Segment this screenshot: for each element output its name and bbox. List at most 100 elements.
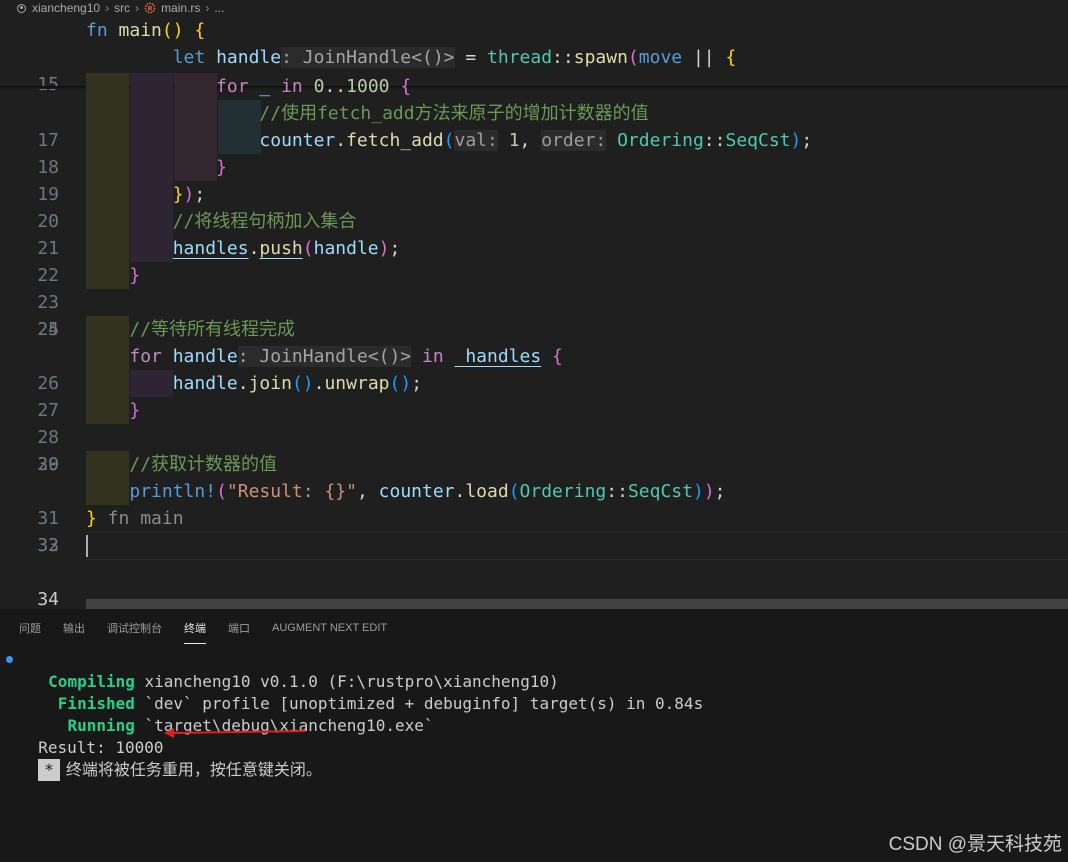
code-line[interactable]: 25	[0, 289, 1068, 340]
semicolon: ;	[714, 481, 726, 502]
comment: //使用fetch_add方法来原子的增加计数器的值	[259, 103, 649, 124]
code-line[interactable]: 29 }	[0, 397, 1068, 475]
semicolon: ;	[389, 238, 401, 259]
task-marker: *	[38, 759, 60, 781]
string: "Result: {}"	[226, 481, 357, 502]
task-reuse-message: 终端将被任务重用，按任意键关闭。	[65, 760, 322, 779]
hint-type: JoinHandle<()>	[248, 346, 412, 367]
path-sep: ::	[552, 47, 574, 68]
scope-end-hint: fn main	[96, 508, 184, 529]
breadcrumb-item-symbol[interactable]: ...	[214, 1, 224, 15]
dot: .	[313, 373, 325, 394]
breadcrumb: xiancheng10 › src › R main.rs › ...	[0, 0, 1068, 16]
keyword: in	[411, 346, 444, 367]
tab-terminal[interactable]: 终端	[184, 616, 206, 644]
keyword: for	[129, 346, 162, 367]
function-call: push	[259, 238, 303, 259]
keyword: move	[638, 47, 683, 68]
breadcrumb-item-src[interactable]: src	[114, 1, 130, 15]
variable: handles	[172, 238, 249, 259]
code-line[interactable]: 15 let handle: JoinHandle<()> = thread::…	[0, 44, 1068, 95]
code-line[interactable]: 18 //使用fetch_add方法来原子的增加计数器的值	[0, 100, 1068, 178]
function-call: spawn	[573, 47, 628, 68]
number: 1	[508, 130, 520, 151]
folder-icon	[17, 3, 26, 13]
code-editor[interactable]: 5 fn main() { 15 let handle: JoinHandle<…	[0, 16, 1068, 610]
variable: handle	[216, 47, 282, 68]
enum-variant: SeqCst	[627, 481, 693, 502]
keyword: for	[216, 76, 249, 97]
function-name: main	[118, 20, 162, 41]
breadcrumb-item-file[interactable]: main.rs	[161, 1, 200, 15]
code-line[interactable]: 28 handle.join().unwrap();	[0, 370, 1068, 448]
tab-augment-next-edit[interactable]: AUGMENT NEXT EDIT	[272, 618, 387, 638]
type: Ordering	[519, 481, 607, 502]
paren: )	[378, 238, 390, 259]
variable: handle	[161, 346, 238, 367]
code-line[interactable]: 24 }	[0, 262, 1068, 340]
param-hint: val:	[454, 130, 498, 151]
code-line[interactable]: 31 //获取计数器的值	[0, 451, 1068, 529]
operator: ..	[324, 76, 347, 97]
tab-ports[interactable]: 端口	[228, 616, 250, 640]
brace: }	[86, 508, 97, 529]
type-hint: : JoinHandle<()>	[237, 346, 412, 367]
comma: ,	[519, 130, 542, 151]
keyword: in	[281, 76, 303, 97]
code-line[interactable]: 20 }	[0, 154, 1068, 232]
paren: (	[443, 130, 455, 151]
comment: //将线程句柄加入集合	[172, 211, 357, 232]
macro: println!	[129, 481, 217, 502]
code-line[interactable]: 5 fn main() {	[0, 17, 1068, 68]
brace: {	[541, 346, 563, 367]
code-line[interactable]: 26 //等待所有线程完成	[0, 316, 1068, 394]
variable: _	[248, 76, 282, 97]
code-line[interactable]: 23 handles.push(handle);	[0, 235, 1068, 313]
tab-output[interactable]: 输出	[63, 616, 85, 640]
path-sep: ::	[703, 130, 726, 151]
horizontal-scrollbar[interactable]	[86, 599, 1068, 609]
paren: (	[302, 238, 314, 259]
function-call: load	[465, 481, 509, 502]
code-line[interactable]: 32 println!("Result: {}", counter.load(O…	[0, 478, 1068, 556]
path-sep: ::	[606, 481, 628, 502]
breadcrumb-item-project[interactable]: xiancheng10	[32, 1, 100, 15]
code-line[interactable]: 17 for _ in 0..1000 {	[0, 73, 1068, 151]
comma: ,	[356, 481, 379, 502]
code-line[interactable]: 22 //将线程句柄加入集合	[0, 208, 1068, 286]
dot: .	[335, 130, 347, 151]
rust-file-icon: R	[144, 2, 156, 14]
command-status-icon[interactable]	[6, 656, 13, 663]
dot: .	[237, 373, 249, 394]
number: 1000	[346, 76, 390, 97]
code-line[interactable]: 19 counter.fetch_add(val: 1, order: Orde…	[0, 127, 1068, 205]
semicolon: ;	[411, 373, 423, 394]
code-line[interactable]: 30	[0, 424, 1068, 475]
code-line[interactable]: 27 for handle: JoinHandle<()> in handles…	[0, 343, 1068, 421]
code-line-current[interactable]: 34	[0, 532, 1068, 610]
hint-colon: :	[281, 47, 292, 68]
chevron-right-icon: ›	[135, 1, 140, 15]
paren: (	[216, 481, 227, 502]
code-line[interactable]: 21 });	[0, 181, 1068, 259]
type: Ordering	[617, 130, 704, 151]
tab-debug-console[interactable]: 调试控制台	[107, 616, 162, 640]
keyword: let	[172, 47, 206, 68]
param-hint: order:	[541, 130, 607, 151]
svg-text:R: R	[148, 5, 153, 13]
variable: handle	[172, 373, 238, 394]
operator: =	[454, 47, 488, 68]
number: 0	[302, 76, 325, 97]
code-line[interactable]: 33 } fn main	[0, 505, 1068, 556]
chevron-right-icon: ›	[205, 1, 210, 15]
hint-colon: :	[237, 346, 249, 367]
tab-problems[interactable]: 问题	[19, 616, 41, 640]
terminal-line: * 终端将被任务重用，按任意键关闭。	[0, 737, 1068, 781]
annotation-arrow	[164, 728, 307, 738]
brace: }	[172, 184, 184, 205]
semicolon: ;	[194, 184, 206, 205]
keyword: fn	[86, 20, 108, 41]
text-cursor	[86, 535, 88, 557]
